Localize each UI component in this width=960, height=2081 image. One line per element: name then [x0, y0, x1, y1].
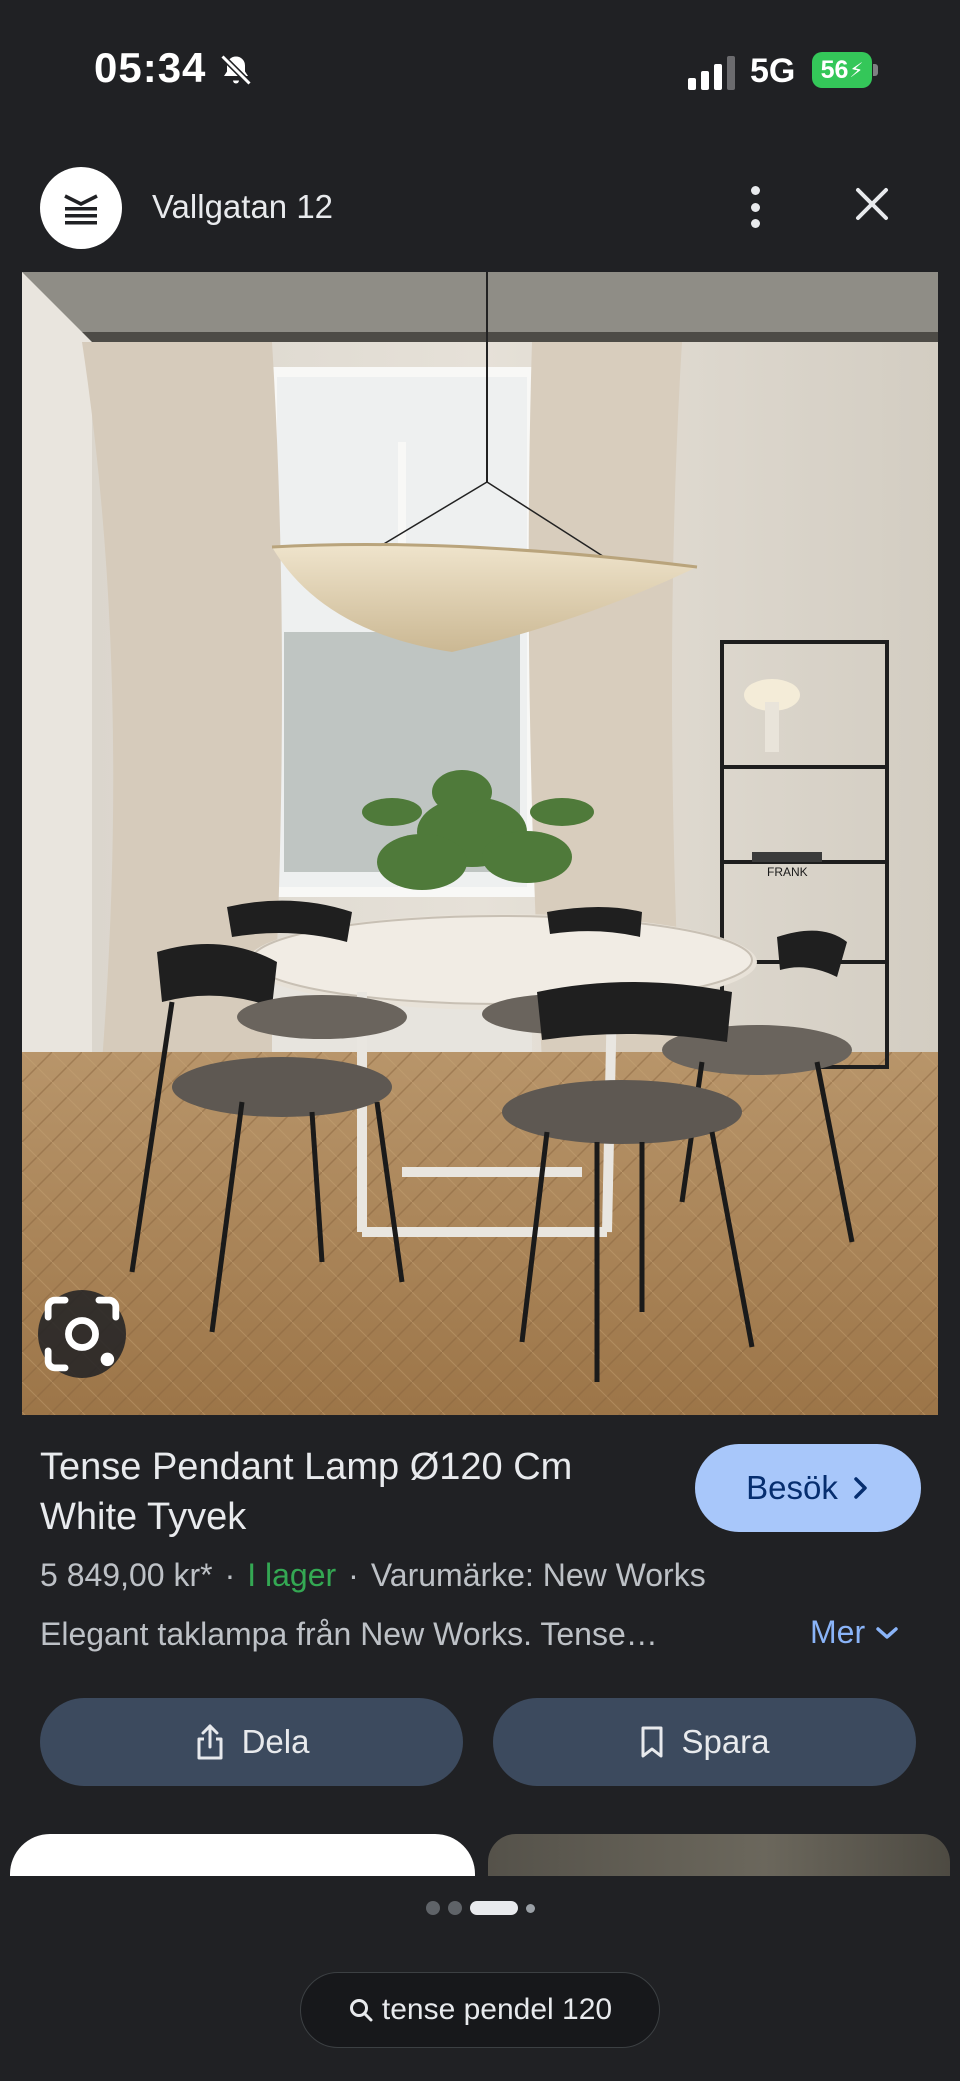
search-query: tense pendel 120	[381, 1993, 613, 2026]
separator: ·	[348, 1557, 359, 1593]
related-image-card[interactable]	[10, 1834, 475, 1876]
stock-status: I lager	[247, 1557, 337, 1593]
visit-button[interactable]: Besök	[695, 1444, 921, 1532]
price: 5 849,00 kr*	[40, 1557, 213, 1593]
signal-icon	[688, 56, 735, 90]
status-bar: 05:34 5G 56 ⚡	[0, 0, 960, 140]
share-label: Dela	[241, 1723, 310, 1760]
save-label: Spara	[681, 1723, 770, 1760]
search-query-pill[interactable]: tense pendel 120	[300, 1972, 660, 2048]
page-dot	[525, 1903, 535, 1913]
lens-search-button[interactable]	[38, 1290, 126, 1378]
battery-level: 56	[820, 55, 849, 84]
status-time: 05:34	[94, 44, 207, 91]
share-icon	[197, 1724, 223, 1760]
share-button[interactable]: Dela	[40, 1698, 463, 1786]
bolt-icon: ⚡	[849, 59, 864, 82]
more-vert-icon[interactable]	[738, 180, 772, 234]
visit-label: Besök	[746, 1469, 838, 1506]
chevron-right-icon	[854, 1477, 867, 1499]
dining-room-photo: FRANK	[22, 272, 938, 1415]
site-logo-icon[interactable]	[40, 167, 122, 249]
close-icon[interactable]	[848, 180, 896, 228]
more-button[interactable]: Mer	[810, 1614, 899, 1651]
save-button[interactable]: Spara	[493, 1698, 916, 1786]
battery-charging-icon: 56 ⚡	[812, 52, 878, 88]
related-image-card[interactable]	[488, 1834, 950, 1876]
page-dot	[425, 1901, 440, 1915]
bookmark-icon	[641, 1726, 663, 1758]
separator: ·	[224, 1557, 236, 1593]
product-image[interactable]: FRANK	[22, 272, 938, 1415]
page-dot-active	[469, 1901, 518, 1915]
chevron-down-icon	[876, 1626, 898, 1639]
more-label: Mer	[810, 1614, 866, 1650]
shelf-book-label: FRANK	[767, 865, 808, 879]
site-title[interactable]: Vallgatan 12	[152, 188, 333, 226]
product-title[interactable]: Tense Pendant Lamp Ø120 Cm White Tyvek	[40, 1442, 640, 1542]
image-viewer-header: Vallgatan 12	[0, 160, 960, 270]
lens-icon	[44, 1296, 120, 1372]
network-label: 5G	[750, 52, 796, 90]
search-icon	[349, 1999, 373, 2022]
related-images	[0, 1834, 960, 1876]
brand: Varumärke: New Works	[370, 1557, 706, 1593]
product-meta: 5 849,00 kr* · I lager · Varumärke: New Work…	[40, 1557, 706, 1594]
page-dot	[447, 1901, 462, 1915]
page-indicator	[0, 1898, 960, 1918]
product-description: Elegant taklampa från New Works. Tense…	[40, 1616, 658, 1652]
bell-slash-icon	[220, 54, 252, 86]
